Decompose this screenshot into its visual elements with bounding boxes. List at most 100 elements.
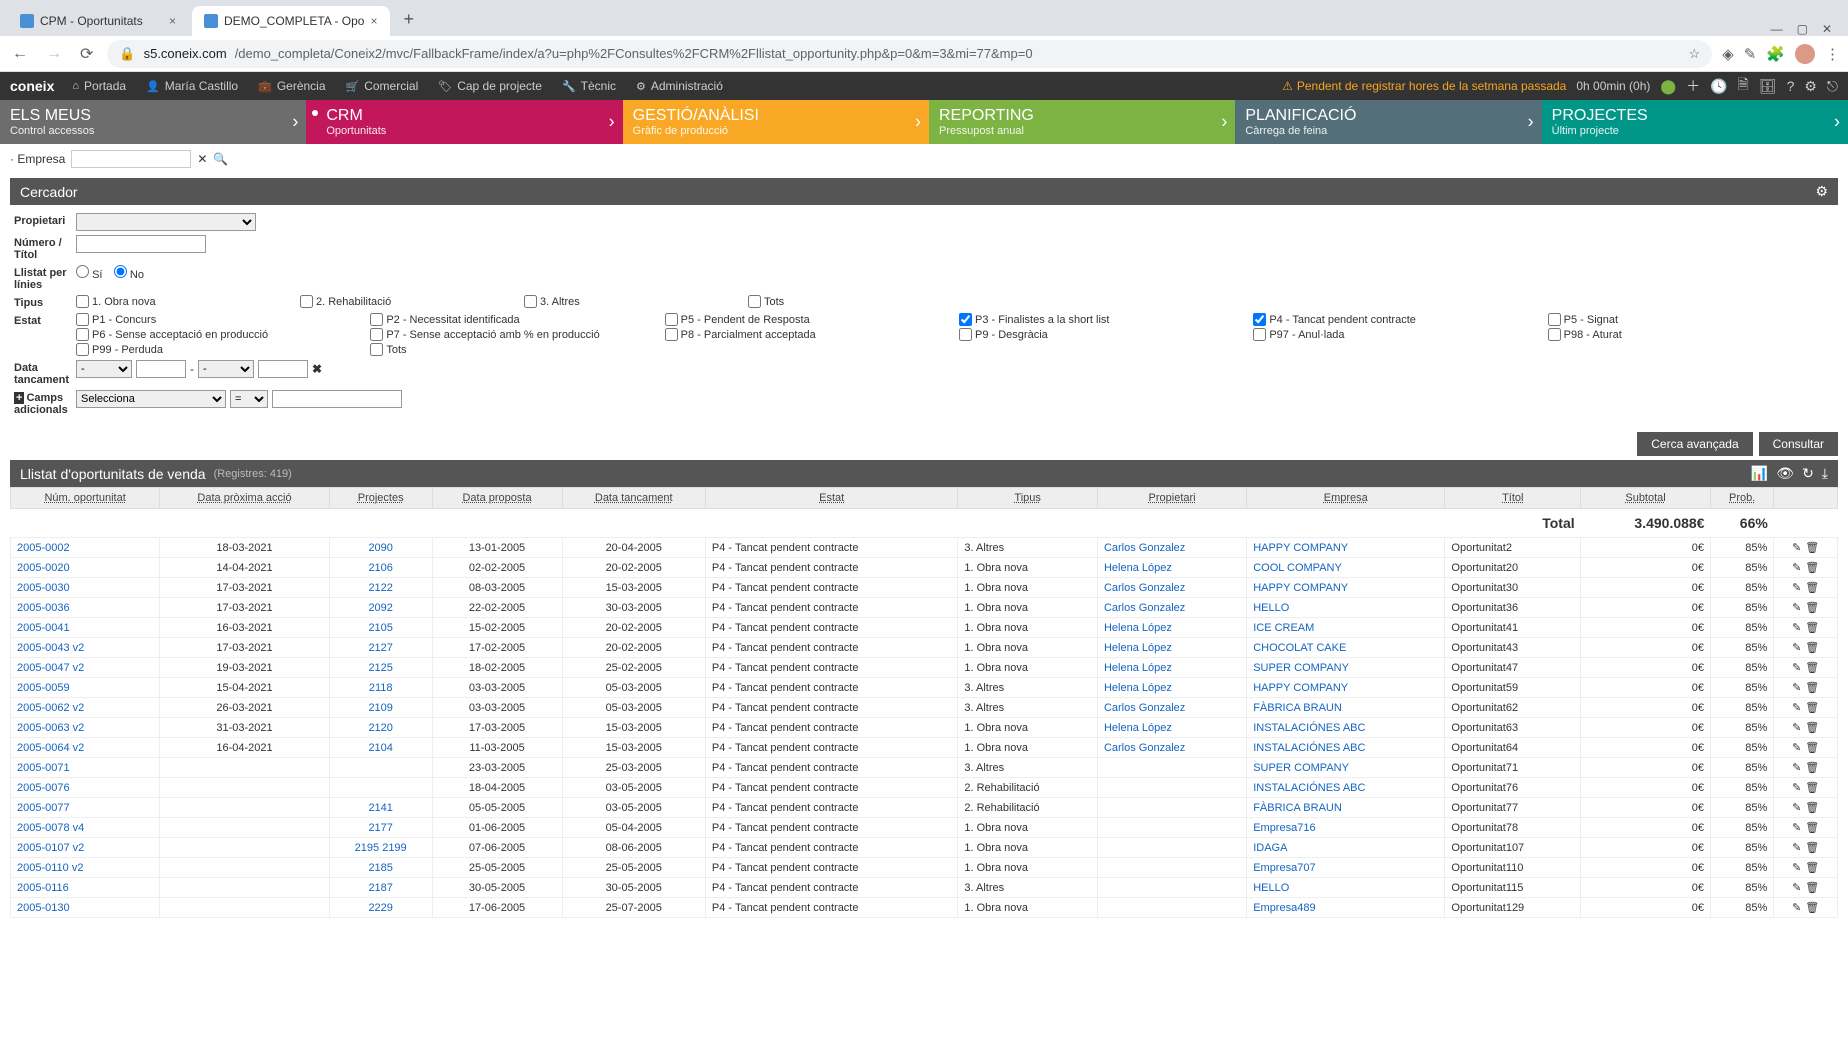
close-icon[interactable]: ×: [169, 14, 176, 28]
cell-propietari[interactable]: [1097, 778, 1246, 798]
search-icon[interactable]: 🔍: [213, 152, 228, 166]
cell-empresa[interactable]: HELLO: [1247, 598, 1445, 618]
radio-si[interactable]: Sí: [76, 269, 102, 281]
logout-icon[interactable]: ⎋: [1827, 78, 1838, 95]
edit-icon[interactable]: ✎: [1792, 641, 1801, 654]
tipus-checkbox[interactable]: Tots: [748, 295, 964, 308]
cell-num[interactable]: 2005-0030: [11, 578, 160, 598]
edit-icon[interactable]: ✎: [1792, 581, 1801, 594]
cell-proj[interactable]: 2118: [329, 678, 432, 698]
module-blue[interactable]: PLANIFICACIÓCàrrega de feina›: [1235, 100, 1541, 144]
delete-icon[interactable]: 🗑: [1805, 761, 1819, 774]
menu-comercial[interactable]: 🛒Comercial: [346, 79, 419, 93]
menu-tecnic[interactable]: 🔧Tècnic: [562, 79, 616, 93]
edit-icon[interactable]: ✎: [1792, 601, 1801, 614]
estat-checkbox[interactable]: P97 - Anul·lada: [1253, 328, 1539, 341]
brand-logo[interactable]: coneix: [10, 78, 54, 94]
column-header[interactable]: Núm. oportunitat: [11, 488, 160, 509]
module-pink[interactable]: CRMOportunitats›: [306, 100, 622, 144]
estat-checkbox[interactable]: P5 - Pendent de Resposta: [665, 313, 951, 326]
cell-proj[interactable]: 2092: [329, 598, 432, 618]
delete-icon[interactable]: 🗑: [1805, 801, 1819, 814]
cell-propietari[interactable]: Helena López: [1097, 618, 1246, 638]
camps-value-input[interactable]: [272, 390, 402, 408]
cell-num[interactable]: 2005-0020: [11, 558, 160, 578]
cell-empresa[interactable]: ICE CREAM: [1247, 618, 1445, 638]
cell-empresa[interactable]: HAPPY COMPANY: [1247, 678, 1445, 698]
clear-icon[interactable]: ✕: [197, 152, 207, 166]
column-header[interactable]: Projectes: [329, 488, 432, 509]
delete-icon[interactable]: 🗑: [1805, 881, 1819, 894]
cell-propietari[interactable]: Helena López: [1097, 678, 1246, 698]
tipus-checkbox[interactable]: 1. Obra nova: [76, 295, 292, 308]
cell-propietari[interactable]: [1097, 758, 1246, 778]
date-to-month[interactable]: -: [198, 360, 254, 378]
cell-proj[interactable]: 2106: [329, 558, 432, 578]
propietari-select[interactable]: [76, 213, 256, 231]
delete-icon[interactable]: 🗑: [1805, 561, 1819, 574]
date-to-year[interactable]: [258, 360, 308, 378]
cell-num[interactable]: 2005-0130: [11, 898, 160, 918]
close-window-icon[interactable]: ✕: [1822, 22, 1832, 36]
cell-empresa[interactable]: HAPPY COMPANY: [1247, 538, 1445, 558]
delete-icon[interactable]: 🗑: [1805, 621, 1819, 634]
column-header[interactable]: Data pròxima acció: [160, 488, 330, 509]
cell-num[interactable]: 2005-0043 v2: [11, 638, 160, 658]
minimize-icon[interactable]: —: [1771, 22, 1783, 36]
cell-proj[interactable]: 2141: [329, 798, 432, 818]
cell-propietari[interactable]: Helena López: [1097, 558, 1246, 578]
cell-propietari[interactable]: Carlos Gonzalez: [1097, 598, 1246, 618]
cell-empresa[interactable]: INSTALACIÓNES ABC: [1247, 718, 1445, 738]
camps-field-select[interactable]: Selecciona: [76, 390, 226, 408]
star-icon[interactable]: ☆: [1689, 46, 1701, 62]
estat-checkbox[interactable]: P5 - Signat: [1548, 313, 1834, 326]
reload-icon[interactable]: ⟳: [76, 40, 97, 68]
tipus-checkbox[interactable]: 3. Altres: [524, 295, 740, 308]
cell-num[interactable]: 2005-0110 v2: [11, 858, 160, 878]
cell-num[interactable]: 2005-0041: [11, 618, 160, 638]
delete-icon[interactable]: 🗑: [1805, 661, 1819, 674]
camps-op-select[interactable]: =: [230, 390, 268, 408]
cell-propietari[interactable]: Carlos Gonzalez: [1097, 738, 1246, 758]
delete-icon[interactable]: 🗑: [1805, 641, 1819, 654]
cell-proj[interactable]: 2109: [329, 698, 432, 718]
cell-empresa[interactable]: Empresa489: [1247, 898, 1445, 918]
cell-proj[interactable]: 2104: [329, 738, 432, 758]
edit-icon[interactable]: ✎: [1792, 621, 1801, 634]
estat-checkbox[interactable]: P8 - Parcialment acceptada: [665, 328, 951, 341]
ext-icon[interactable]: ◈: [1722, 45, 1734, 63]
cell-empresa[interactable]: SUPER COMPANY: [1247, 758, 1445, 778]
forward-icon[interactable]: →: [42, 41, 66, 67]
gear-icon[interactable]: ⚙: [1815, 183, 1828, 200]
numero-input[interactable]: [76, 235, 206, 253]
edit-icon[interactable]: ✎: [1792, 701, 1801, 714]
refresh-icon[interactable]: ↻: [1802, 465, 1814, 482]
cell-num[interactable]: 2005-0107 v2: [11, 838, 160, 858]
cell-proj[interactable]: 2120: [329, 718, 432, 738]
edit-icon[interactable]: ✎: [1792, 661, 1801, 674]
menu-gerencia[interactable]: 💼Gerència: [258, 79, 325, 93]
cell-propietari[interactable]: Carlos Gonzalez: [1097, 578, 1246, 598]
menu-icon[interactable]: ⋮: [1825, 45, 1840, 63]
cell-proj[interactable]: 2229: [329, 898, 432, 918]
estat-checkbox[interactable]: P4 - Tancat pendent contracte: [1253, 313, 1539, 326]
new-tab-button[interactable]: +: [394, 3, 425, 36]
module-teal[interactable]: PROJECTESÚltim projecte›: [1542, 100, 1848, 144]
menu-capprojecte[interactable]: 🏷Cap de projecte: [438, 79, 542, 93]
edit-icon[interactable]: ✎: [1792, 741, 1801, 754]
cell-proj[interactable]: 2187: [329, 878, 432, 898]
cell-propietari[interactable]: Carlos Gonzalez: [1097, 698, 1246, 718]
empresa-input[interactable]: [71, 150, 191, 168]
delete-icon[interactable]: 🗑: [1805, 601, 1819, 614]
cell-num[interactable]: 2005-0063 v2: [11, 718, 160, 738]
menu-admin[interactable]: ⚙Administració: [636, 79, 723, 93]
delete-icon[interactable]: 🗑: [1805, 721, 1819, 734]
estat-checkbox[interactable]: P3 - Finalistes a la short list: [959, 313, 1245, 326]
cell-proj[interactable]: 2105: [329, 618, 432, 638]
column-header[interactable]: Subtotal: [1581, 488, 1711, 509]
plus-icon[interactable]: +: [14, 392, 24, 404]
edit-icon[interactable]: ✎: [1792, 561, 1801, 574]
module-green[interactable]: REPORTINGPressupost anual›: [929, 100, 1235, 144]
module-yellow[interactable]: GESTIÓ/ANÀLISIGràfic de producció›: [623, 100, 929, 144]
query-button[interactable]: Consultar: [1759, 432, 1838, 456]
